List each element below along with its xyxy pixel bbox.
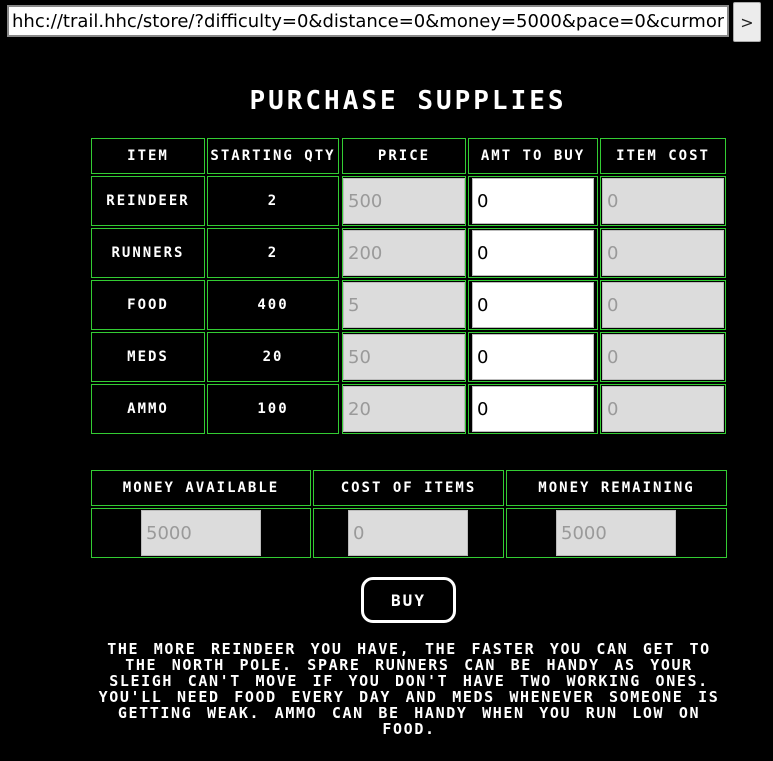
buy-button[interactable]: BUY: [361, 577, 456, 623]
price-input-reindeer: [343, 178, 465, 224]
table-row-qty: 2: [207, 176, 339, 226]
header-amt-to-buy: AMT TO BUY: [468, 138, 598, 174]
page-title: PURCHASE SUPPLIES: [249, 86, 567, 116]
cost-of-items-field: [348, 510, 468, 556]
amt-input-reindeer[interactable]: [472, 178, 594, 224]
amt-input-runners[interactable]: [472, 230, 594, 276]
url-bar[interactable]: [7, 5, 729, 37]
table-row-item: MEDS: [91, 332, 205, 382]
price-input-ammo: [343, 386, 465, 432]
money-remaining-label: MONEY REMAINING: [506, 470, 727, 506]
go-button[interactable]: >: [733, 2, 761, 42]
price-input-runners: [343, 230, 465, 276]
amt-input-ammo[interactable]: [472, 386, 594, 432]
table-row-item: AMMO: [91, 384, 205, 434]
cost-of-items-label: COST OF ITEMS: [313, 470, 504, 506]
cost-input-food: [602, 282, 724, 328]
price-input-food: [343, 282, 465, 328]
amt-input-food[interactable]: [472, 282, 594, 328]
cost-input-meds: [602, 334, 724, 380]
header-price: PRICE: [342, 138, 466, 174]
header-item: ITEM: [91, 138, 205, 174]
money-remaining-field: [556, 510, 676, 556]
money-available-label: MONEY AVAILABLE: [91, 470, 311, 506]
cost-input-reindeer: [602, 178, 724, 224]
cost-input-runners: [602, 230, 724, 276]
header-item-cost: ITEM COST: [600, 138, 726, 174]
price-input-meds: [343, 334, 465, 380]
cost-input-ammo: [602, 386, 724, 432]
table-row-qty: 100: [207, 384, 339, 434]
url-input[interactable]: [9, 7, 727, 35]
money-available-field: [141, 510, 261, 556]
table-row-item: FOOD: [91, 280, 205, 330]
table-row-item: REINDEER: [91, 176, 205, 226]
table-row-qty: 2: [207, 228, 339, 278]
supplies-help-text: THE MORE REINDEER YOU HAVE, THE FASTER Y…: [98, 640, 720, 738]
table-row-qty: 400: [207, 280, 339, 330]
amt-input-meds[interactable]: [472, 334, 594, 380]
header-starting-qty: STARTING QTY: [207, 138, 339, 174]
table-row-item: RUNNERS: [91, 228, 205, 278]
table-row-qty: 20: [207, 332, 339, 382]
